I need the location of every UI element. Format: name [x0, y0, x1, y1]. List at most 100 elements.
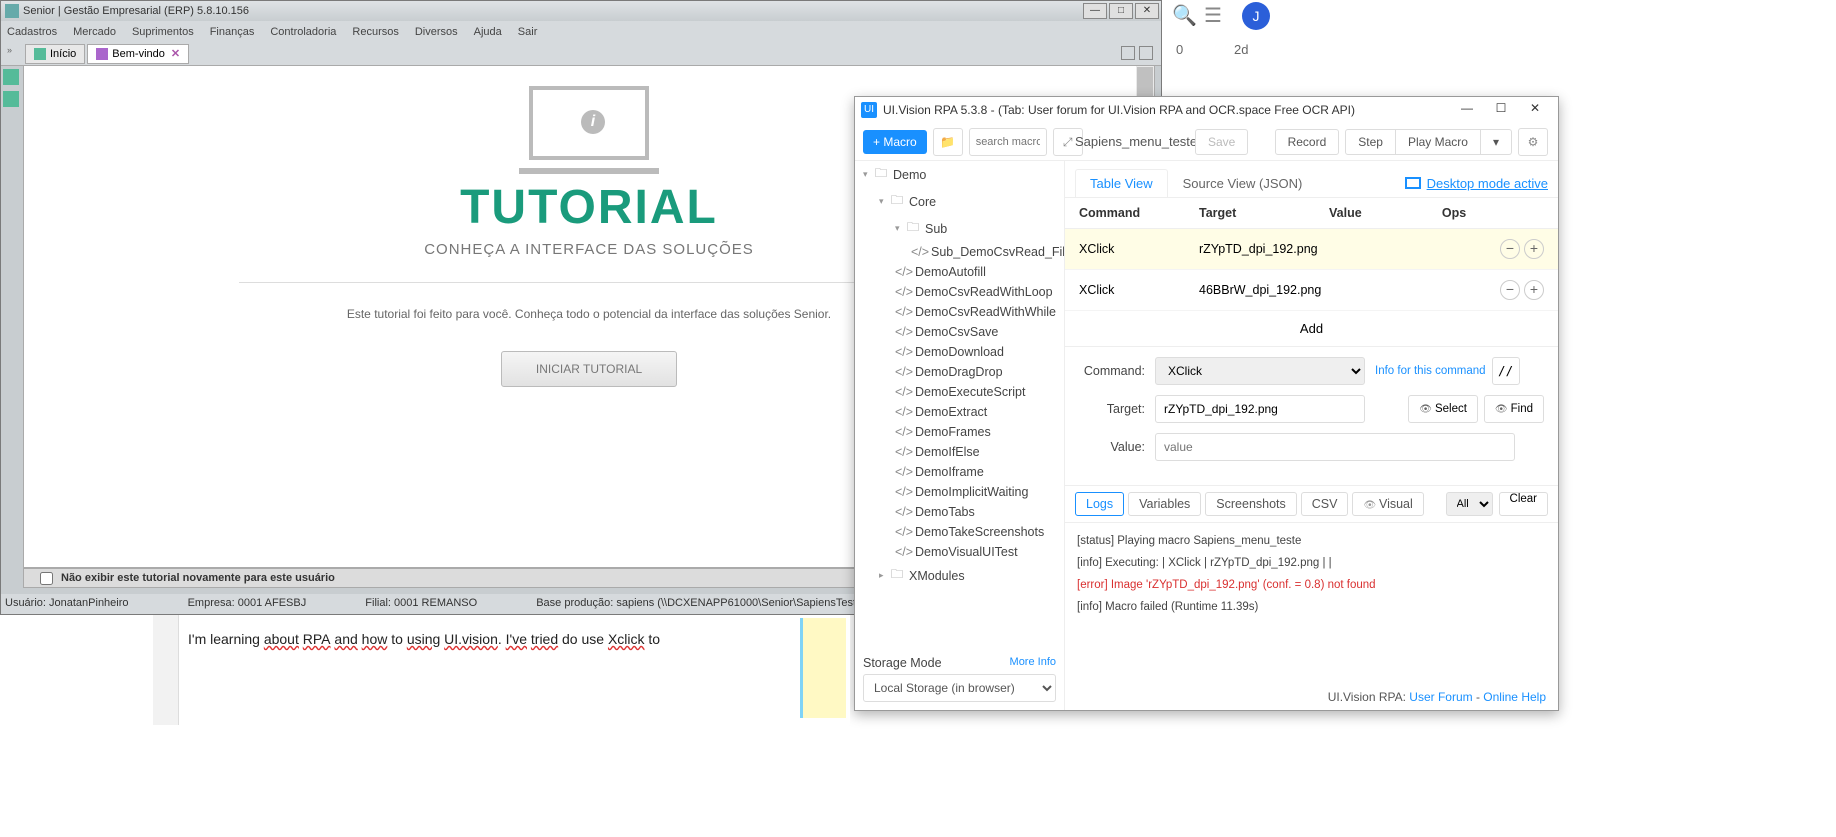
command-row[interactable]: XClick46BBrW_dpi_192.png−+: [1065, 270, 1558, 311]
tree-item[interactable]: </>DemoVisualUITest: [855, 542, 1064, 562]
folder-icon: 🗀: [889, 191, 905, 212]
tree-item[interactable]: </>DemoTakeScreenshots: [855, 522, 1064, 542]
uivision-window: UI UI.Vision RPA 5.3.8 - (Tab: User foru…: [854, 96, 1559, 711]
tree-item[interactable]: </>DemoIfElse: [855, 442, 1064, 462]
avatar[interactable]: J: [1242, 2, 1270, 30]
tree-item[interactable]: </>DemoExtract: [855, 402, 1064, 422]
add-step-button[interactable]: +: [1524, 239, 1544, 259]
tree-item[interactable]: </>DemoExecuteScript: [855, 382, 1064, 402]
tab-arrows[interactable]: »: [7, 45, 12, 55]
side-icon-2[interactable]: [3, 91, 19, 107]
command-info-link[interactable]: Info for this command: [1375, 365, 1486, 377]
tab-close-icon[interactable]: ✕: [171, 47, 180, 60]
view-icon-1[interactable]: [1121, 46, 1135, 60]
value-input[interactable]: [1155, 433, 1515, 461]
add-step-button[interactable]: +: [1524, 280, 1544, 300]
tab-source-view[interactable]: Source View (JSON): [1168, 169, 1318, 197]
tree-item[interactable]: </>DemoAutofill: [855, 262, 1064, 282]
menu-controladoria[interactable]: Controladoria: [270, 26, 336, 38]
minimize-button[interactable]: —: [1083, 3, 1107, 19]
editor-text[interactable]: I'm learning about RPA and how to using …: [188, 631, 660, 647]
maximize-button[interactable]: ☐: [1484, 101, 1518, 119]
storage-select[interactable]: Local Storage (in browser): [863, 674, 1056, 702]
tab-csv[interactable]: CSV: [1301, 492, 1349, 516]
menu-cadastros[interactable]: Cadastros: [7, 26, 57, 38]
tree-label: Sub_DemoCsvRead_FillForm: [931, 245, 1065, 259]
user-forum-link[interactable]: User Forum: [1409, 690, 1472, 704]
tree-item[interactable]: </> DemoCsvSave: [855, 322, 1064, 342]
tree-item[interactable]: </>DemoCsvReadWithWhile: [855, 302, 1064, 322]
log-clear-button[interactable]: Clear: [1499, 492, 1548, 516]
tree-item[interactable]: </>DemoDownload: [855, 342, 1064, 362]
search-input[interactable]: [969, 128, 1047, 156]
macro-name: Sapiens_menu_teste: [1075, 134, 1195, 149]
tree-item[interactable]: </>DemoDragDrop: [855, 362, 1064, 382]
tree-folder-sub[interactable]: ▾🗀Sub: [855, 215, 1064, 242]
close-button[interactable]: ✕: [1135, 3, 1159, 19]
uivision-title: UI.Vision RPA 5.3.8 - (Tab: User forum f…: [883, 103, 1355, 117]
new-folder-button[interactable]: 📁: [933, 128, 963, 156]
command-select[interactable]: XClick: [1155, 357, 1365, 385]
tab-screenshots[interactable]: Screenshots: [1205, 492, 1296, 516]
search-icon[interactable]: 🔍: [1172, 3, 1198, 29]
find-button[interactable]: Find: [1484, 395, 1544, 423]
tree-folder-core[interactable]: ▾🗀Core: [855, 188, 1064, 215]
dont-show-checkbox[interactable]: [40, 572, 53, 585]
scrollbar-thumb[interactable]: [1137, 67, 1153, 97]
select-button[interactable]: Select: [1408, 395, 1478, 423]
row-command: XClick: [1079, 242, 1199, 256]
settings-button[interactable]: ⚙: [1518, 128, 1548, 156]
play-macro-button[interactable]: Play Macro: [1396, 129, 1481, 155]
desktop-mode-link[interactable]: Desktop mode active: [1405, 176, 1548, 191]
log-filter-select[interactable]: All: [1446, 492, 1493, 516]
menu-ajuda[interactable]: Ajuda: [474, 26, 502, 38]
tab-table-view[interactable]: Table View: [1075, 169, 1168, 197]
tree-folder-xmodules[interactable]: ▸🗀XModules: [855, 562, 1064, 589]
add-command-button[interactable]: Add: [1065, 311, 1558, 347]
tree-item[interactable]: </>DemoCsvReadWithLoop: [855, 282, 1064, 302]
tree-item[interactable]: </>DemoFrames: [855, 422, 1064, 442]
erp-view-icons: [1117, 46, 1153, 60]
menu-mercado[interactable]: Mercado: [73, 26, 116, 38]
tab-inicio[interactable]: Início: [25, 44, 85, 64]
erp-title: Senior | Gestão Empresarial (ERP) 5.8.10…: [23, 5, 249, 17]
code-icon: </>: [895, 325, 911, 339]
menu-financas[interactable]: Finanças: [210, 26, 255, 38]
close-button[interactable]: ✕: [1518, 101, 1552, 119]
tree-item-sub-demo[interactable]: </>Sub_DemoCsvRead_FillForm: [855, 242, 1064, 262]
tree-folder-demo[interactable]: ▾🗀Demo: [855, 161, 1064, 188]
step-button[interactable]: Step: [1345, 129, 1396, 155]
toggle-comment-button[interactable]: //: [1492, 357, 1520, 385]
menu-suprimentos[interactable]: Suprimentos: [132, 26, 194, 38]
play-dropdown[interactable]: ▾: [1481, 129, 1512, 155]
minimize-button[interactable]: —: [1450, 101, 1484, 119]
tab-logs[interactable]: Logs: [1075, 492, 1124, 516]
tab-bemvindo[interactable]: Bem-vindo ✕: [87, 44, 189, 64]
tree-label: DemoCsvSave: [915, 325, 998, 339]
remove-step-button[interactable]: −: [1500, 239, 1520, 259]
tree-item[interactable]: </>DemoTabs: [855, 502, 1064, 522]
menu-icon[interactable]: ☰: [1204, 3, 1230, 29]
view-icon-2[interactable]: [1139, 46, 1153, 60]
menu-diversos[interactable]: Diversos: [415, 26, 458, 38]
side-icon-1[interactable]: [3, 69, 19, 85]
start-tutorial-button[interactable]: INICIAR TUTORIAL: [501, 351, 677, 387]
log-output: [status] Playing macro Sapiens_menu_test…: [1065, 523, 1558, 626]
remove-step-button[interactable]: −: [1500, 280, 1520, 300]
menu-sair[interactable]: Sair: [518, 26, 538, 38]
maximize-button[interactable]: □: [1109, 3, 1133, 19]
uivision-app-icon: UI: [861, 102, 877, 118]
tree-item[interactable]: </>DemoIframe: [855, 462, 1064, 482]
tree-item[interactable]: </>DemoImplicitWaiting: [855, 482, 1064, 502]
command-row[interactable]: XClickrZYpTD_dpi_192.png−+: [1065, 229, 1558, 270]
online-help-link[interactable]: Online Help: [1483, 690, 1546, 704]
target-input[interactable]: [1155, 395, 1365, 423]
menu-recursos[interactable]: Recursos: [352, 26, 398, 38]
new-macro-button[interactable]: + Macro: [863, 130, 927, 154]
tab-visual[interactable]: Visual: [1352, 492, 1423, 516]
record-button[interactable]: Record: [1275, 129, 1340, 155]
erp-side-icons: [3, 69, 21, 113]
save-button[interactable]: Save: [1195, 129, 1248, 155]
storage-more-link[interactable]: More Info: [1010, 656, 1056, 670]
tab-variables[interactable]: Variables: [1128, 492, 1201, 516]
